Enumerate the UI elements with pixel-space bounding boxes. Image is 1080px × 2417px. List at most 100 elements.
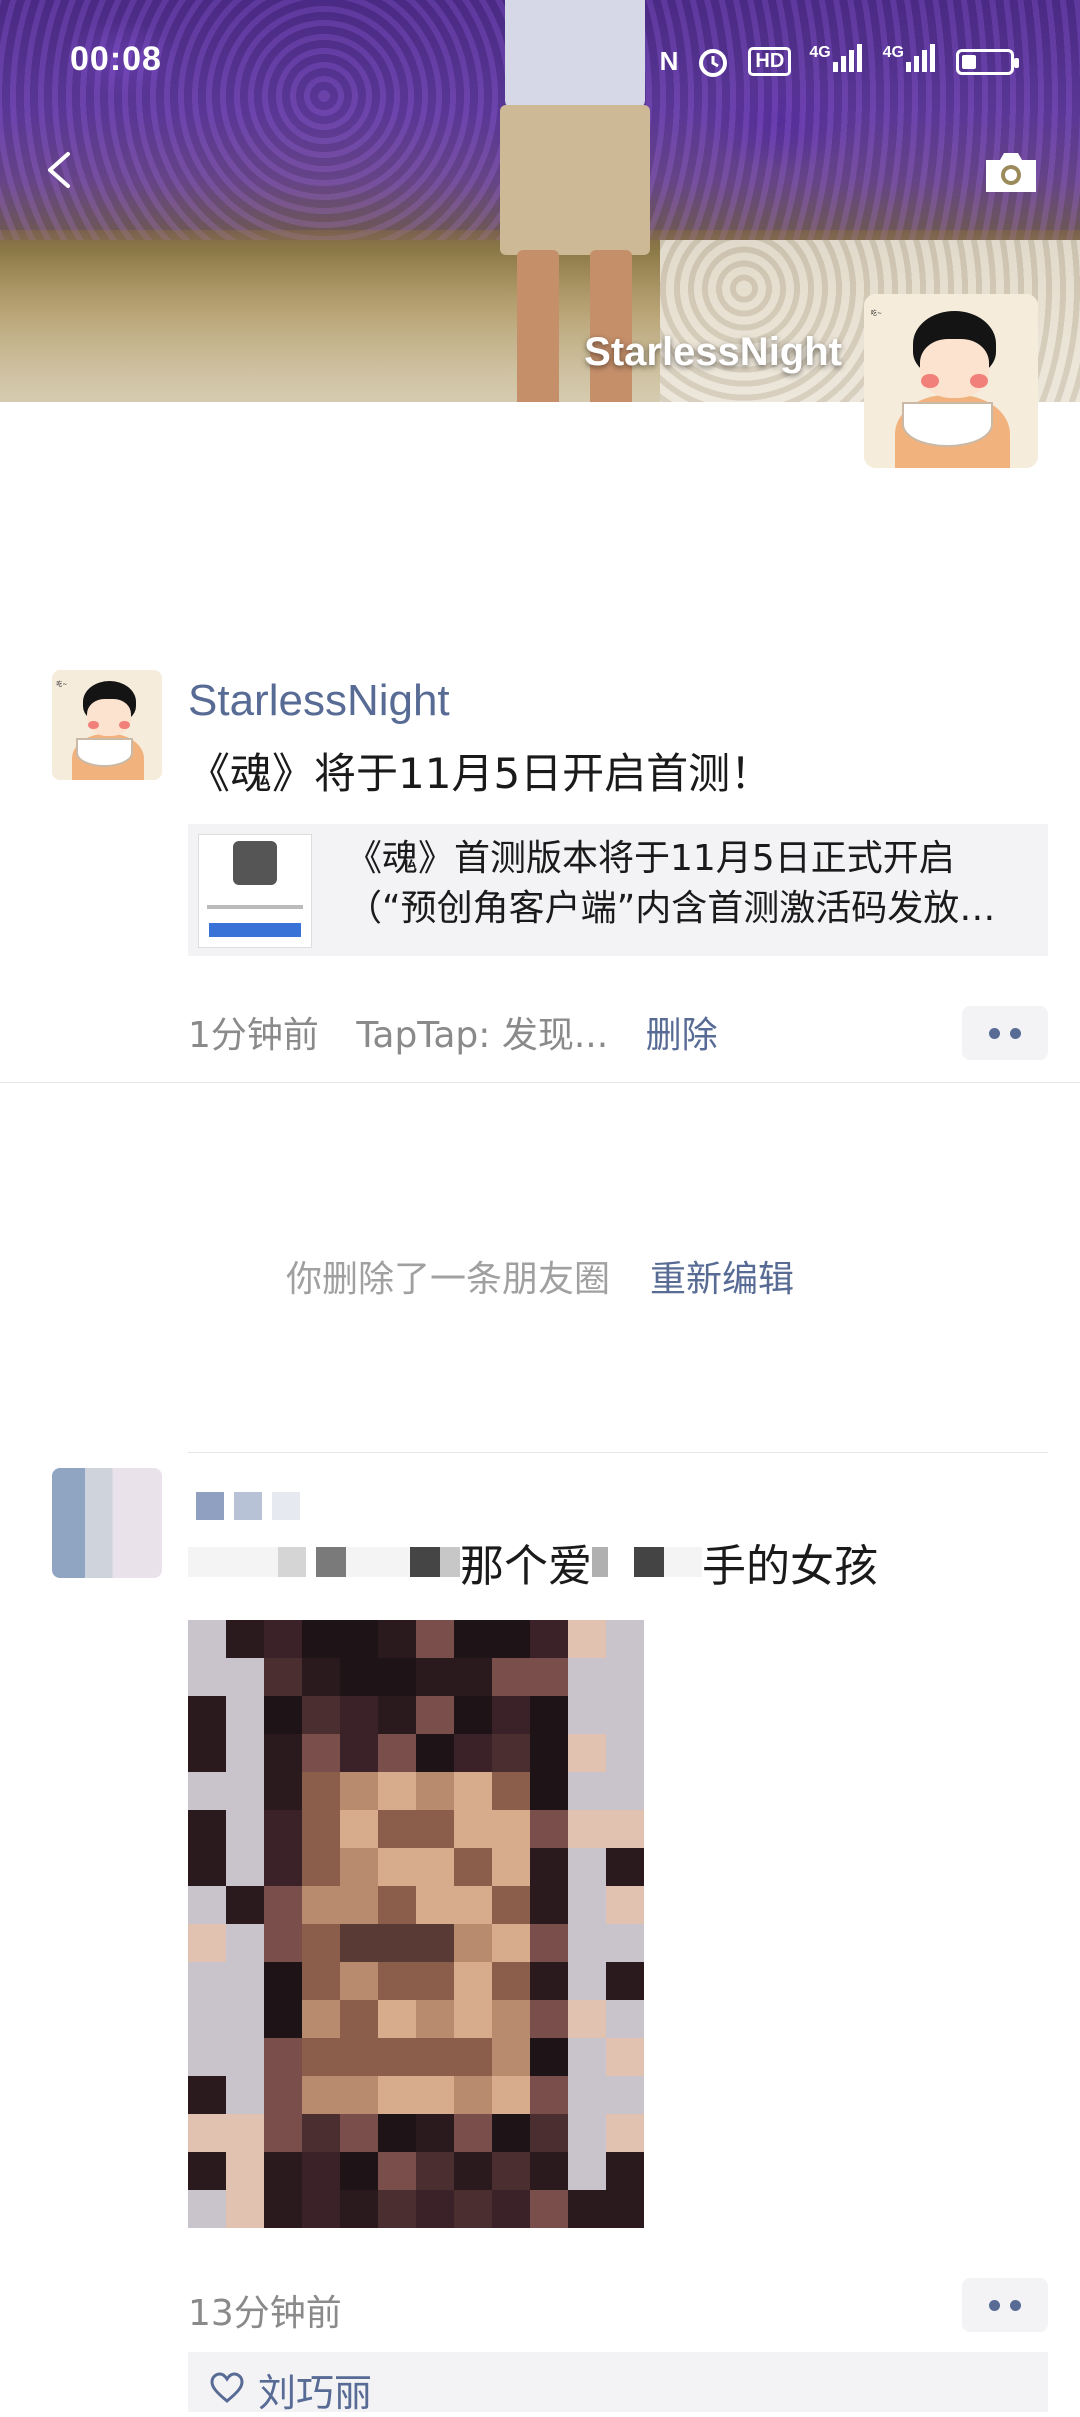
- more-button[interactable]: [962, 2278, 1048, 2332]
- photo-pixel: [416, 1924, 454, 1962]
- photo-pixel: [492, 2038, 530, 2076]
- photo-pixel: [606, 1696, 644, 1734]
- more-button[interactable]: [962, 1006, 1048, 1060]
- photo-pixel: [530, 1620, 568, 1658]
- photo-pixel: [416, 1810, 454, 1848]
- photo-pixel: [226, 2114, 264, 2152]
- photo-pixel: [454, 2076, 492, 2114]
- battery-icon: [956, 48, 1019, 75]
- photo-pixel: [492, 2114, 530, 2152]
- photo-pixel: [340, 1658, 378, 1696]
- photo-pixel: [606, 2000, 644, 2038]
- photo-pixel: [416, 2190, 454, 2228]
- photo-pixel: [340, 2152, 378, 2190]
- photo-pixel: [530, 1924, 568, 1962]
- delete-link[interactable]: 删除: [646, 1015, 718, 1056]
- post-author-avatar[interactable]: [52, 1468, 162, 1578]
- photo-pixel: [492, 1658, 530, 1696]
- photo-pixel: [302, 1772, 340, 1810]
- photo-pixel: [264, 1848, 302, 1886]
- photo-pixel: [340, 1810, 378, 1848]
- post-author-name-pixelated[interactable]: [196, 1492, 300, 1520]
- photo-pixel: [568, 1696, 606, 1734]
- photo-pixel: [188, 2076, 226, 2114]
- post-photo-pixelated[interactable]: [188, 1620, 644, 2228]
- photo-pixel: [302, 2190, 340, 2228]
- photo-pixel: [378, 2152, 416, 2190]
- post-time: 1分钟前: [188, 1015, 319, 1056]
- photo-pixel: [530, 1848, 568, 1886]
- photo-pixel: [226, 1848, 264, 1886]
- photo-pixel: [226, 1772, 264, 1810]
- photo-pixel: [302, 1658, 340, 1696]
- photo-pixel: [264, 1696, 302, 1734]
- photo-pixel: [492, 1696, 530, 1734]
- photo-pixel: [530, 1734, 568, 1772]
- nfc-icon: N: [659, 46, 679, 76]
- profile-avatar[interactable]: 吃~: [864, 294, 1038, 468]
- status-time: 00:08: [70, 40, 162, 78]
- photo-pixel: [416, 1962, 454, 2000]
- photo-pixel: [606, 2190, 644, 2228]
- photo-pixel: [226, 1886, 264, 1924]
- photo-pixel: [188, 1962, 226, 2000]
- photo-pixel: [302, 2038, 340, 2076]
- photo-pixel: [416, 1734, 454, 1772]
- photo-pixel: [226, 2190, 264, 2228]
- back-chevron-icon[interactable]: [40, 150, 80, 190]
- photo-pixel: [492, 1924, 530, 1962]
- alarm-icon: [699, 48, 728, 77]
- photo-pixel: [226, 2152, 264, 2190]
- photo-pixel: [568, 1886, 606, 1924]
- photo-pixel: [454, 1962, 492, 2000]
- photo-pixel: [226, 2076, 264, 2114]
- post-meta: 1分钟前 TapTap: 发现... 删除: [188, 1006, 744, 1058]
- photo-pixel: [568, 1772, 606, 1810]
- photo-pixel: [264, 2190, 302, 2228]
- photo-pixel: [188, 1620, 226, 1658]
- re-edit-link[interactable]: 重新编辑: [650, 1259, 794, 1300]
- more-dot-icon: [989, 2299, 1000, 2311]
- post-source[interactable]: TapTap: 发现...: [356, 1015, 608, 1056]
- shared-link-card[interactable]: 《魂》首测版本将于11月5日正式开启 （“预创角客户端”内含首测激活码发放活..…: [188, 824, 1048, 956]
- photo-pixel: [606, 2038, 644, 2076]
- photo-pixel: [378, 2000, 416, 2038]
- link-title-line2: （“预创角客户端”内含首测激活码发放活...: [346, 888, 1026, 929]
- photo-pixel: [492, 2000, 530, 2038]
- like-user-name[interactable]: 刘巧丽: [258, 2362, 372, 2417]
- photo-pixel: [264, 1772, 302, 1810]
- post-author-avatar[interactable]: 吃~: [52, 670, 162, 780]
- photo-pixel: [264, 1962, 302, 2000]
- post-text-part1: 那个爱: [460, 1541, 592, 1592]
- photo-pixel: [530, 1886, 568, 1924]
- photo-pixel: [606, 1924, 644, 1962]
- status-icons: N HD 4G 4G: [659, 44, 1019, 79]
- photo-pixel: [302, 1962, 340, 2000]
- photo-pixel: [568, 1658, 606, 1696]
- photo-pixel: [264, 2038, 302, 2076]
- camera-icon[interactable]: [982, 150, 1040, 194]
- photo-pixel: [378, 2190, 416, 2228]
- photo-pixel: [264, 1658, 302, 1696]
- photo-pixel: [378, 1810, 416, 1848]
- photo-pixel: [264, 1886, 302, 1924]
- photo-pixel: [530, 2114, 568, 2152]
- photo-pixel: [530, 1696, 568, 1734]
- photo-pixel: [454, 2000, 492, 2038]
- photo-pixel: [568, 1924, 606, 1962]
- photo-pixel: [568, 2152, 606, 2190]
- photo-pixel: [188, 1658, 226, 1696]
- photo-pixel: [568, 2076, 606, 2114]
- photo-pixel: [378, 1620, 416, 1658]
- photo-pixel: [568, 1734, 606, 1772]
- photo-pixel: [606, 1848, 644, 1886]
- photo-pixel: [606, 1962, 644, 2000]
- post-text: 《魂》将于11月5日开启首测！: [188, 749, 773, 798]
- photo-pixel: [264, 2152, 302, 2190]
- photo-pixel: [568, 2000, 606, 2038]
- more-dot-icon: [1010, 2299, 1021, 2311]
- signal-icon-1: 4G: [809, 44, 864, 79]
- post-author-name[interactable]: StarlessNight: [188, 676, 450, 726]
- photo-pixel: [454, 1734, 492, 1772]
- photo-pixel: [340, 2038, 378, 2076]
